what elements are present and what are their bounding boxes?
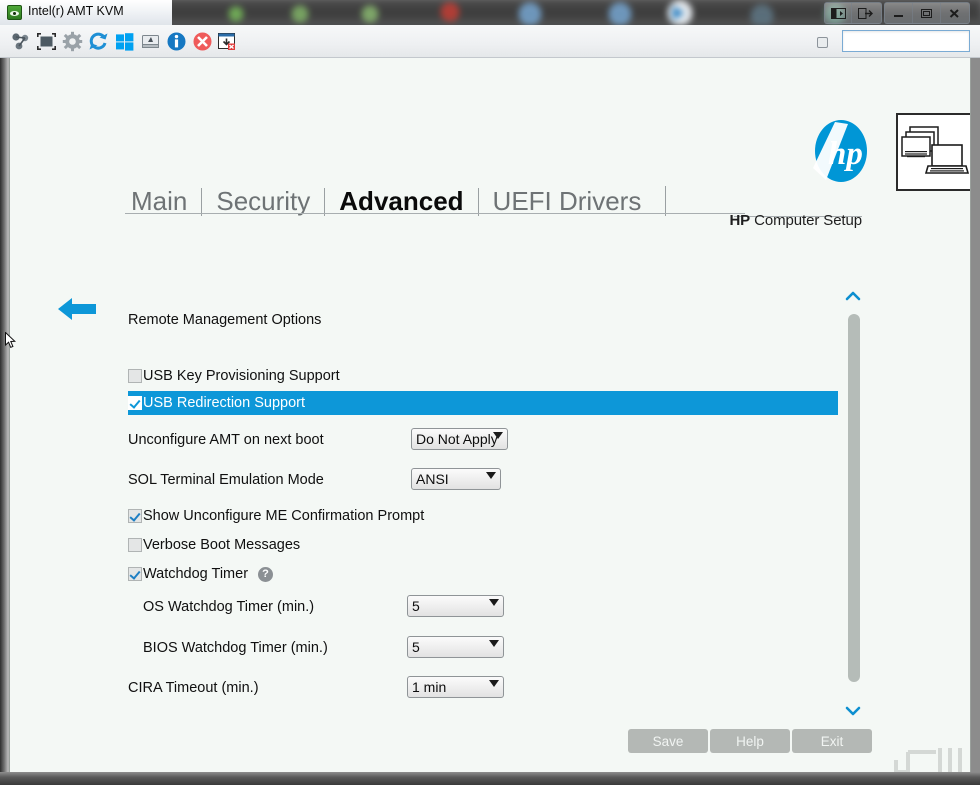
- close-icon[interactable]: [941, 3, 968, 23]
- help-button[interactable]: Help: [710, 729, 790, 753]
- kvm-viewport: hp Main Security Advanced UEFI Drivers H…: [9, 58, 971, 772]
- amt-kvm-window: Intel(r) AMT KVM hp Main Security Advanc…: [0, 0, 980, 785]
- dropdown-cira-timeout[interactable]: 1 min: [407, 676, 504, 698]
- tab-main[interactable]: Main: [125, 188, 201, 216]
- scrollbar-thumb[interactable]: [848, 314, 860, 682]
- dropdown-value-cira-timeout: 1 min: [412, 679, 447, 695]
- setting-row-usb-redirection-support[interactable]: USB Redirection Support: [128, 391, 838, 415]
- exit-button[interactable]: Exit: [792, 729, 872, 753]
- windows-key-icon[interactable]: [114, 31, 135, 52]
- chevron-down-icon[interactable]: [493, 432, 503, 439]
- hp-computer-setup-screen: hp Main Security Advanced UEFI Drivers H…: [10, 58, 970, 772]
- svg-text:hp: hp: [828, 136, 863, 172]
- checkbox-usb-key-provisioning-support[interactable]: [128, 369, 142, 383]
- label-usb-key-provisioning-support: USB Key Provisioning Support: [143, 368, 340, 384]
- dropdown-os-watchdog-timer[interactable]: 5: [407, 595, 504, 617]
- window-controls-right: [884, 2, 970, 24]
- checkbox-verbose-boot-messages[interactable]: [128, 538, 142, 552]
- tab-advanced[interactable]: Advanced: [324, 188, 477, 216]
- window-title: Intel(r) AMT KVM: [28, 4, 124, 18]
- window-controls-left: [824, 2, 882, 24]
- window-titlebar: Intel(r) AMT KVM: [0, 0, 980, 25]
- checkbox-watchdog-timer[interactable]: [128, 567, 142, 581]
- page-title: Remote Management Options: [128, 312, 322, 328]
- hp-setup-label-rest: Computer Setup: [750, 212, 862, 229]
- chevron-down-icon[interactable]: [486, 472, 496, 479]
- chiphell-logo: [878, 742, 970, 772]
- dropdown-bios-watchdog-timer[interactable]: 5: [407, 636, 504, 658]
- label-os-watchdog-timer: OS Watchdog Timer (min.): [143, 599, 315, 615]
- search-input[interactable]: [843, 31, 969, 51]
- screen-capture-icon[interactable]: [140, 31, 161, 52]
- tabs-end-divider: [665, 186, 667, 216]
- settings-gear-icon[interactable]: [62, 31, 83, 52]
- chevron-down-icon[interactable]: [489, 680, 499, 687]
- label-verbose-boot-messages: Verbose Boot Messages: [143, 537, 301, 553]
- detach-icon[interactable]: [852, 3, 878, 23]
- label-usb-redirection-support: USB Redirection Support: [143, 395, 305, 411]
- back-arrow-icon[interactable]: [58, 296, 98, 322]
- download-screen-icon[interactable]: [216, 31, 237, 52]
- kvm-toolbar: [0, 25, 980, 58]
- help-tooltip-icon[interactable]: ?: [258, 566, 274, 582]
- setting-row-sol-terminal-emulation-mode[interactable]: SOL Terminal Emulation Mode: [128, 469, 324, 491]
- dropdown-value-os-watchdog-timer: 5: [412, 598, 420, 614]
- label-bios-watchdog-timer: BIOS Watchdog Timer (min.): [143, 640, 328, 656]
- setting-row-watchdog-timer[interactable]: Watchdog Timer?: [128, 563, 274, 585]
- setting-row-verbose-boot-messages[interactable]: Verbose Boot Messages: [128, 534, 300, 556]
- screens-laptop-icon[interactable]: [896, 113, 970, 191]
- scroll-down-button[interactable]: [844, 703, 862, 719]
- chevron-down-icon[interactable]: [489, 599, 499, 606]
- setting-row-show-unconfigure-me-confirmation-prompt[interactable]: Show Unconfigure ME Confirmation Prompt: [128, 505, 424, 527]
- info-icon[interactable]: [166, 31, 187, 52]
- label-watchdog-timer: Watchdog Timer: [143, 566, 249, 582]
- label-cira-timeout: CIRA Timeout (min.): [128, 680, 259, 696]
- fullscreen-icon[interactable]: [36, 31, 57, 52]
- setting-row-cira-timeout[interactable]: CIRA Timeout (min.): [128, 677, 259, 699]
- label-unconfigure-amt-on-next-boot: Unconfigure AMT on next boot: [128, 432, 324, 448]
- scroll-up-button[interactable]: [844, 288, 862, 304]
- sidebar-toggle-icon[interactable]: [825, 3, 852, 23]
- checkbox-usb-redirection-support[interactable]: [128, 396, 142, 410]
- dropdown-unconfigure-amt-on-next-boot[interactable]: Do Not Apply: [411, 428, 508, 450]
- setup-tabs: Main Security Advanced UEFI Drivers: [125, 176, 750, 216]
- setting-row-bios-watchdog-timer[interactable]: BIOS Watchdog Timer (min.): [143, 637, 328, 659]
- connect-icon[interactable]: [10, 31, 31, 52]
- refresh-icon[interactable]: [88, 31, 109, 52]
- dropdown-sol-terminal-emulation-mode[interactable]: ANSI: [411, 468, 501, 490]
- setting-row-usb-key-provisioning-support[interactable]: USB Key Provisioning Support: [128, 365, 340, 387]
- setting-row-os-watchdog-timer[interactable]: OS Watchdog Timer (min.): [143, 596, 314, 618]
- chevron-down-icon[interactable]: [489, 640, 499, 647]
- window-frame: hp Main Security Advanced UEFI Drivers H…: [0, 58, 980, 785]
- dropdown-value-unconfigure-amt-on-next-boot: Do Not Apply: [416, 431, 498, 447]
- setting-row-unconfigure-amt-on-next-boot[interactable]: Unconfigure AMT on next boot: [128, 429, 324, 451]
- label-sol-terminal-emulation-mode: SOL Terminal Emulation Mode: [128, 472, 324, 488]
- hp-logo-icon: hp: [808, 118, 874, 184]
- disconnect-icon[interactable]: [192, 31, 213, 52]
- restore-icon[interactable]: [913, 3, 941, 23]
- tabs-underline: [125, 213, 745, 214]
- window-frame-bottom: [0, 772, 980, 785]
- label-show-unconfigure-me-confirmation-prompt: Show Unconfigure ME Confirmation Prompt: [143, 508, 425, 524]
- dropdown-value-sol-terminal-emulation-mode: ANSI: [416, 471, 449, 487]
- dropdown-value-bios-watchdog-timer: 5: [412, 639, 420, 655]
- status-square-icon: [817, 37, 828, 48]
- tab-uefi-drivers[interactable]: UEFI Drivers: [477, 188, 656, 216]
- hp-computer-setup-label: HP Computer Setup: [729, 212, 862, 229]
- search-field-wrapper[interactable]: [842, 30, 970, 52]
- minimize-icon[interactable]: [885, 3, 913, 23]
- mouse-cursor: [5, 331, 17, 350]
- checkbox-show-unconfigure-me-confirmation-prompt[interactable]: [128, 509, 142, 523]
- camera-eye-icon: [7, 5, 22, 20]
- tab-security[interactable]: Security: [201, 188, 324, 216]
- save-button[interactable]: Save: [628, 729, 708, 753]
- hp-setup-label-bold: HP: [729, 212, 751, 229]
